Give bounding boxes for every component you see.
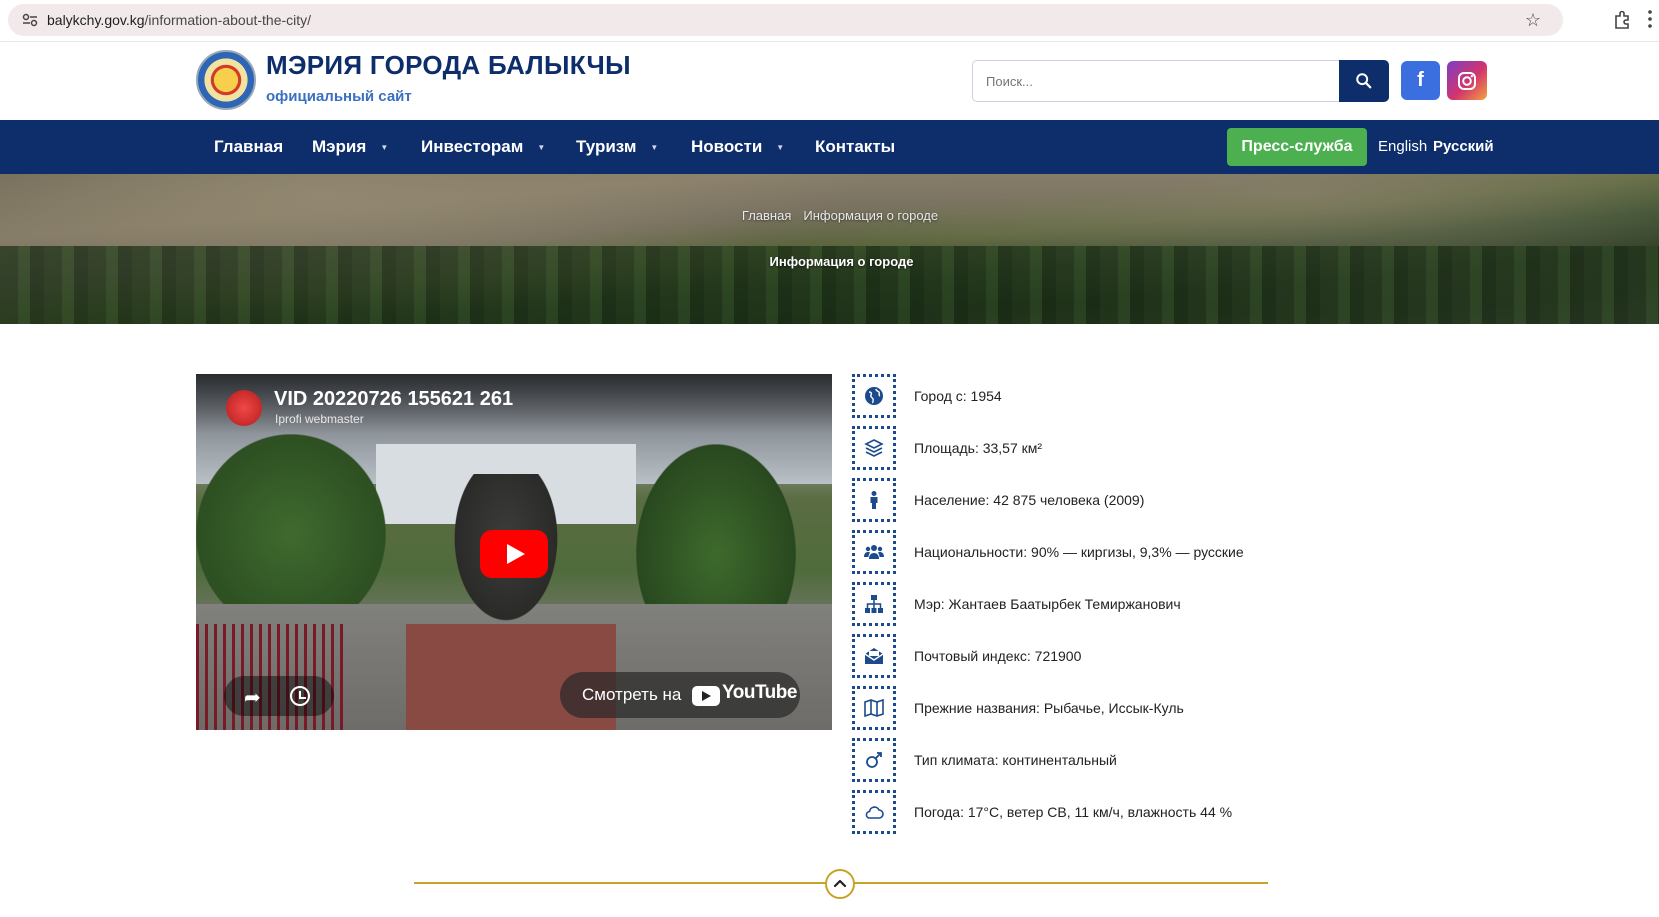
info-row-climate: Тип климата: континентальный xyxy=(852,738,1372,782)
nav-item-mayoralty[interactable]: Мэрия ▼ xyxy=(312,120,388,174)
bookmark-star-icon[interactable]: ☆ xyxy=(1525,10,1541,31)
browser-menu-icon[interactable] xyxy=(1648,9,1652,29)
person-icon xyxy=(852,478,896,522)
video-title[interactable]: VID 20220726 155621 261 xyxy=(274,388,513,411)
info-row-postal-code: Почтовый индекс: 721900 xyxy=(852,634,1372,678)
search-input[interactable] xyxy=(972,60,1340,102)
nav-item-tourism[interactable]: Туризм ▼ xyxy=(576,120,658,174)
url-path: /information-about-the-city/ xyxy=(144,12,312,28)
info-row-former-names: Прежние названия: Рыбачье, Иссык-Куль xyxy=(852,686,1372,730)
info-text: Погода: 17°C, ветер СВ, 11 км/ч, влажнос… xyxy=(914,804,1233,820)
users-icon xyxy=(852,530,896,574)
watch-on-label: Смотреть на xyxy=(582,685,682,704)
play-button[interactable] xyxy=(480,530,548,578)
instagram-button[interactable] xyxy=(1447,61,1487,100)
caret-down-icon: ▼ xyxy=(650,143,659,152)
city-emblem-logo[interactable] xyxy=(196,50,256,110)
breadcrumb-home-link[interactable]: Главная xyxy=(742,208,791,223)
nav-item-investors[interactable]: Инвесторам ▼ xyxy=(421,120,545,174)
chevron-up-icon xyxy=(833,879,847,888)
nav-label: Контакты xyxy=(815,137,896,156)
url-host: balykchy.gov.kg xyxy=(47,12,145,28)
nav-label: Мэрия xyxy=(312,137,367,156)
press-service-button[interactable]: Пресс-служба xyxy=(1227,128,1367,166)
youtube-logo-icon xyxy=(692,686,720,706)
search-icon xyxy=(1356,73,1372,89)
info-row-population: Население: 42 875 человека (2009) xyxy=(852,478,1372,522)
info-row-mayor: Мэр: Жантаев Баатырбек Темиржанович xyxy=(852,582,1372,626)
instagram-icon xyxy=(1458,72,1476,90)
info-text: Площадь: 33,57 км² xyxy=(914,440,1043,456)
info-text: Тип климата: континентальный xyxy=(914,752,1117,768)
youtube-video-embed[interactable]: VID 20220726 155621 261 Iprofi webmaster… xyxy=(196,374,832,730)
channel-avatar[interactable] xyxy=(226,390,262,426)
nav-label: Главная xyxy=(214,137,284,156)
watch-later-icon[interactable] xyxy=(290,686,310,706)
page-title: Информация о городе xyxy=(769,254,914,269)
lang-russian[interactable]: Русский xyxy=(1433,120,1494,174)
info-row-nationalities: Национальности: 90% — киргизы, 9,3% — ру… xyxy=(852,530,1372,574)
info-text: Мэр: Жантаев Баатырбек Темиржанович xyxy=(914,596,1181,612)
cloud-icon xyxy=(852,790,896,834)
nav-item-contacts[interactable]: Контакты xyxy=(815,120,895,174)
globe-icon xyxy=(852,374,896,418)
caret-down-icon: ▼ xyxy=(537,143,546,152)
info-text: Прежние названия: Рыбачье, Иссык-Куль xyxy=(914,700,1184,716)
video-controls-pill xyxy=(224,676,334,716)
climate-icon xyxy=(852,738,896,782)
breadcrumb: Главная Информация о городе xyxy=(0,208,1659,223)
nav-item-news[interactable]: Новости ▼ xyxy=(691,120,784,174)
nav-label: Новости xyxy=(691,137,763,156)
address-bar[interactable]: balykchy.gov.kg/information-about-the-ci… xyxy=(8,4,1563,36)
video-channel-name[interactable]: Iprofi webmaster xyxy=(275,412,364,426)
site-title[interactable]: МЭРИЯ ГОРОДА БАЛЫКЧЫ xyxy=(266,50,631,81)
info-text: Почтовый индекс: 721900 xyxy=(914,648,1082,664)
info-text: Население: 42 875 человека (2009) xyxy=(914,492,1145,508)
layers-icon xyxy=(852,426,896,470)
info-row-area: Площадь: 33,57 км² xyxy=(852,426,1372,470)
caret-down-icon: ▼ xyxy=(776,143,785,152)
caret-down-icon: ▼ xyxy=(380,143,389,152)
youtube-wordmark: YouTube xyxy=(722,682,797,703)
sitemap-icon xyxy=(852,582,896,626)
nav-label: Туризм xyxy=(576,137,637,156)
nav-item-home[interactable]: Главная xyxy=(214,120,283,174)
search-button[interactable] xyxy=(1339,60,1389,102)
share-icon[interactable]: ➦ xyxy=(244,685,261,710)
nav-label: Инвесторам xyxy=(421,137,524,156)
facebook-button[interactable]: f xyxy=(1401,61,1440,100)
facebook-icon: f xyxy=(1417,69,1424,91)
breadcrumb-current: Информация о городе xyxy=(803,208,939,223)
info-text: Город с: 1954 xyxy=(914,388,1002,404)
hero-banner xyxy=(0,174,1659,324)
info-text: Национальности: 90% — киргизы, 9,3% — ру… xyxy=(914,544,1244,560)
map-icon xyxy=(852,686,896,730)
site-info-icon[interactable] xyxy=(22,13,38,27)
info-row-founded: Город с: 1954 xyxy=(852,374,1372,418)
mail-icon xyxy=(852,634,896,678)
url-text: balykchy.gov.kg/information-about-the-ci… xyxy=(47,12,311,28)
extensions-icon[interactable] xyxy=(1612,10,1632,30)
browser-toolbar: balykchy.gov.kg/information-about-the-ci… xyxy=(0,0,1659,42)
site-subtitle: официальный сайт xyxy=(266,88,412,105)
info-row-weather: Погода: 17°C, ветер СВ, 11 км/ч, влажнос… xyxy=(852,790,1372,834)
lang-english[interactable]: English xyxy=(1378,120,1427,174)
scroll-to-top-button[interactable] xyxy=(825,869,855,899)
